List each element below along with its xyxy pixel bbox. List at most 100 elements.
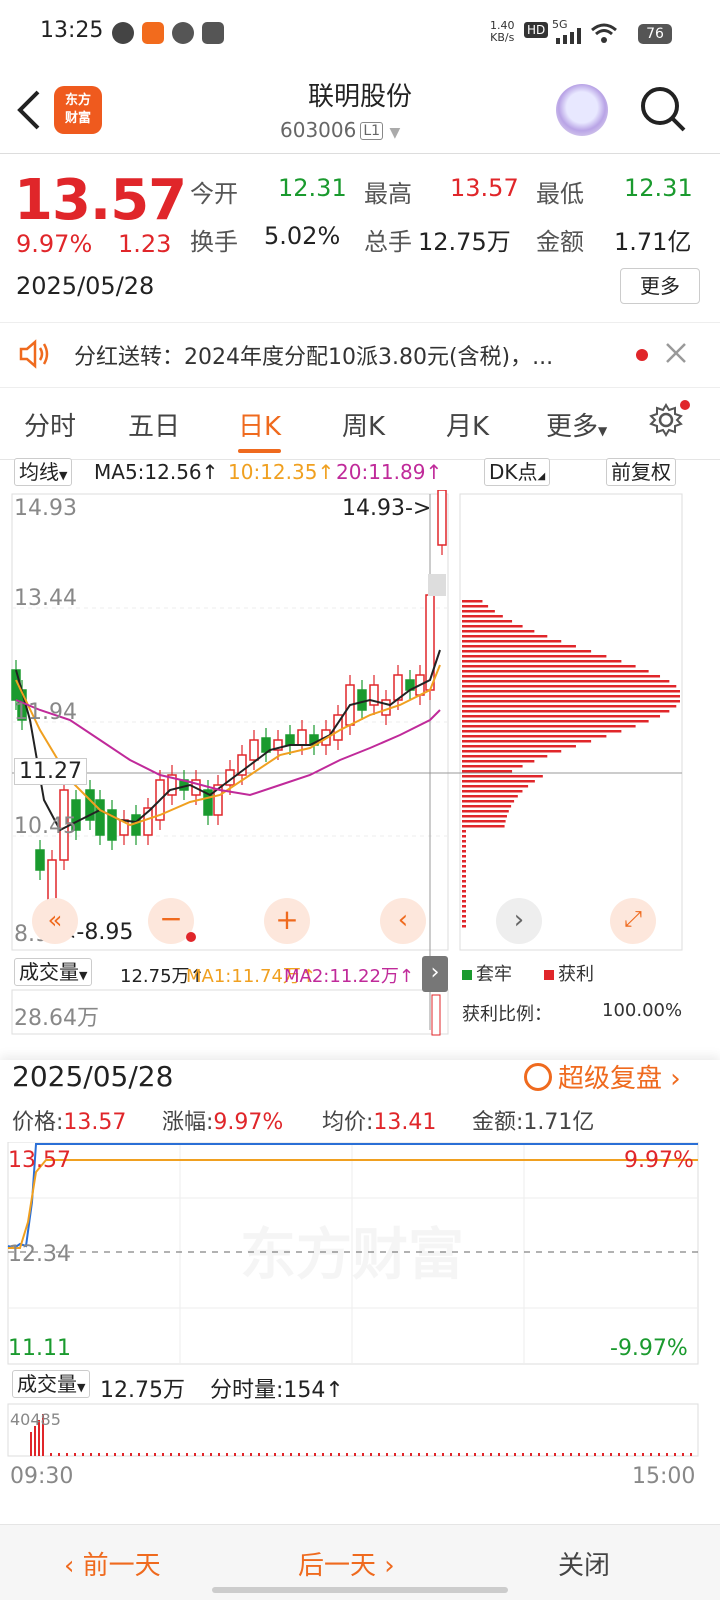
tab-weekly-k[interactable]: 周K <box>342 406 385 443</box>
intraday-volume-bar <box>394 1453 396 1456</box>
intraday-chart[interactable] <box>0 1142 720 1482</box>
close-icon[interactable] <box>664 341 688 369</box>
step-back-button[interactable]: ‹ <box>380 898 426 944</box>
chip-bar <box>462 700 680 703</box>
chip-bar <box>462 600 483 603</box>
tab-intraday[interactable]: 分时 <box>24 406 76 443</box>
turnover-label: 换手 <box>190 228 238 256</box>
volume-select-label: 成交量 <box>19 960 79 984</box>
review-date: 2025/05/28 <box>12 1060 174 1093</box>
chip-bar <box>462 915 466 918</box>
dk-point-button[interactable]: DK点◢ <box>484 458 551 486</box>
chip-bar <box>462 620 513 623</box>
robot-assistant-icon[interactable] <box>556 84 608 136</box>
intraday-volume-bar <box>618 1453 620 1456</box>
review-change-label: 涨幅: <box>162 1110 214 1135</box>
volume-select[interactable]: 成交量▼ <box>14 958 93 986</box>
crosshair-price: 11.27 <box>14 758 87 785</box>
chip-bar <box>462 675 661 678</box>
chip-bar <box>462 895 466 898</box>
intraday-volume-bar <box>218 1453 220 1456</box>
intraday-volume-bar <box>90 1453 92 1456</box>
net-speed-unit: KB/s <box>490 31 515 44</box>
intraday-volume-bar <box>130 1453 132 1456</box>
tab-daily-k[interactable]: 日K <box>238 406 282 453</box>
intraday-volume-bar <box>690 1453 692 1456</box>
intraday-volume-bar <box>466 1453 468 1456</box>
intraday-volume-bar <box>170 1453 172 1456</box>
intraday-volume-bar <box>410 1453 412 1456</box>
intraday-volume-bar <box>298 1453 300 1456</box>
chevron-left-icon: ‹ <box>64 1551 83 1581</box>
gear-icon[interactable] <box>648 402 684 442</box>
stock-code-selector[interactable]: 603006 L1 ▼ <box>280 118 400 142</box>
intraday-volume-select[interactable]: 成交量▼ <box>12 1370 91 1398</box>
close-button[interactable]: 关闭 <box>558 1545 610 1582</box>
collapse-side-panel-button[interactable]: › <box>422 956 448 992</box>
intraday-volume-bar <box>82 1453 84 1456</box>
tick-volume-text: 分时量:154 <box>210 1378 326 1403</box>
vol-ma2-text: MA2:11.22万 <box>284 966 399 987</box>
intraday-volume-bar <box>234 1453 236 1456</box>
caret-down-icon: ▼ <box>79 969 88 982</box>
caret-down-icon: ▼ <box>77 1381 86 1394</box>
intraday-volume-bar <box>602 1453 604 1456</box>
step-forward-button[interactable]: › <box>496 898 542 944</box>
tab-more[interactable]: 更多▼ <box>546 406 607 443</box>
chip-bar <box>462 665 636 668</box>
super-review-link[interactable]: 超级复盘 › <box>524 1058 681 1095</box>
fullscreen-icon[interactable]: ⤢ <box>610 898 656 944</box>
tab-five-day[interactable]: 五日 <box>128 406 180 443</box>
chip-bar <box>462 835 466 838</box>
intraday-volume-bar <box>586 1453 588 1456</box>
profit-ratio-label: 获利比例： <box>462 1004 552 1025</box>
kline-candle <box>285 734 295 746</box>
kline-candle <box>357 689 367 711</box>
intraday-volume-select-label: 成交量 <box>17 1372 77 1396</box>
chip-bar <box>462 850 466 853</box>
intraday-vol-max: 40485 <box>10 1410 61 1429</box>
search-icon[interactable] <box>638 84 688 138</box>
volume-value: 12.75万 <box>418 228 511 256</box>
ma10-value: 10:12.35 <box>228 460 318 484</box>
chevron-down-icon: ▼ <box>389 125 401 141</box>
intraday-volume-bar <box>434 1453 436 1456</box>
intraday-volume-bar <box>74 1453 76 1456</box>
chip-bar <box>462 765 523 768</box>
intraday-volume-bar <box>98 1453 100 1456</box>
y-label-2: 13.44 <box>14 586 77 611</box>
intraday-volume-bar <box>122 1453 124 1456</box>
level-badge: L1 <box>360 122 384 140</box>
more-quote-button[interactable]: 更多 <box>620 268 700 304</box>
indicator-select[interactable]: 均线▼ <box>14 458 73 486</box>
dividend-notice[interactable]: 分红送转：2024年度分配10派3.80元(含税)，... <box>0 322 720 388</box>
signal-icon <box>556 28 582 48</box>
intraday-volume-bar <box>546 1453 548 1456</box>
chip-bar <box>462 655 607 658</box>
tab-monthly-k[interactable]: 月K <box>446 406 489 443</box>
sync-icon <box>172 22 194 44</box>
chip-bar <box>462 690 680 693</box>
scroll-left-button[interactable]: « <box>32 898 78 944</box>
intraday-volume-bar <box>314 1453 316 1456</box>
intraday-volume-bar <box>194 1453 196 1456</box>
zoom-in-button[interactable]: + <box>264 898 310 944</box>
chip-bar <box>462 630 535 633</box>
quote-panel: 13.57 9.97% 1.23 2025/05/28 今开 12.31 最高 … <box>0 154 720 314</box>
chip-bar <box>462 730 622 733</box>
adjust-button[interactable]: 前复权 <box>606 458 676 486</box>
super-review-label: 超级复盘 <box>558 1064 663 1094</box>
intraday-volume-bar <box>554 1453 556 1456</box>
next-day-button[interactable]: 后一天 › <box>298 1545 395 1582</box>
intraday-volume-bar <box>386 1453 388 1456</box>
prev-day-button[interactable]: ‹ 前一天 <box>64 1545 161 1582</box>
intraday-volume-bar <box>418 1453 420 1456</box>
intraday-volume-bar <box>474 1453 476 1456</box>
review-price: 价格:13.57 <box>12 1104 126 1136</box>
chip-bar <box>462 840 466 843</box>
intraday-volume-bar <box>378 1453 380 1456</box>
y-label-top: 14.93 <box>14 496 77 521</box>
change-percent: 9.97% <box>16 230 93 258</box>
chip-bar <box>462 640 562 643</box>
chip-bar <box>462 660 622 663</box>
